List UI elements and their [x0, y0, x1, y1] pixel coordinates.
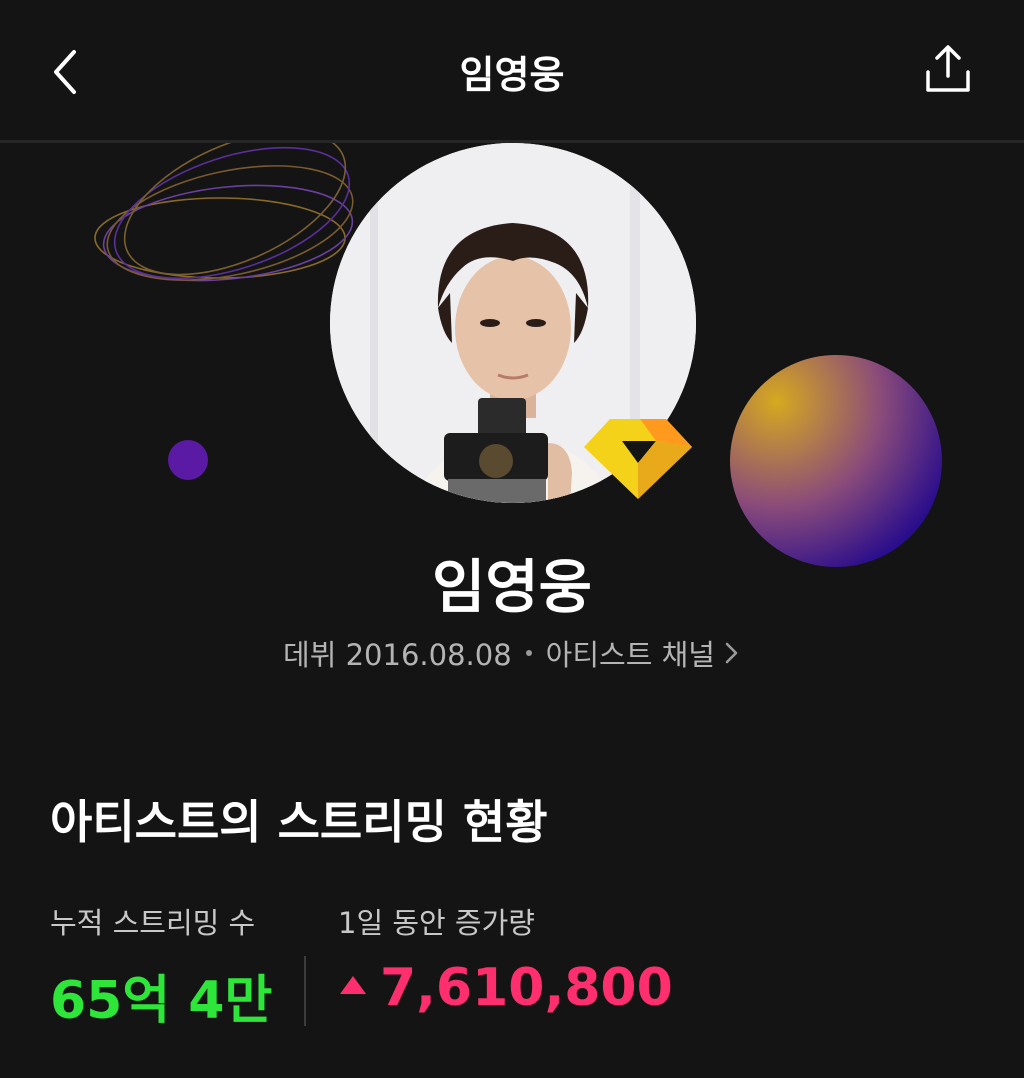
daily-increase-value: 7,610,800 [380, 958, 673, 1018]
daily-increase-label: 1일 동안 증가량 [338, 906, 535, 940]
artist-channel-label: 아티스트 채널 [545, 638, 715, 672]
share-icon [926, 45, 970, 92]
artist-name: 임영웅 [431, 553, 593, 621]
purple-dot-decoration [168, 440, 208, 480]
gradient-sphere-decoration [730, 355, 942, 567]
page-title: 임영웅 [459, 53, 565, 97]
streaming-section-title: 아티스트의 스트리밍 현황 [50, 795, 548, 849]
stat-divider [304, 956, 306, 1026]
total-streams-label: 누적 스트리밍 수 [50, 906, 256, 940]
share-button[interactable] [918, 40, 978, 100]
up-triangle-icon [340, 976, 366, 994]
daily-increase-stat: 7,610,800 [340, 958, 673, 1018]
artist-meta: 데뷔 2016.08.08 아티스트 채널 [0, 632, 1024, 674]
separator-dot [525, 650, 532, 656]
orbit-decoration [94, 143, 354, 282]
total-streams-value: 65억 4만 [50, 971, 273, 1031]
artist-hero [0, 143, 1024, 583]
artist-channel-link[interactable]: 아티스트 채널 [546, 634, 741, 672]
chevron-right-icon [725, 642, 738, 664]
top-app-bar: 임영웅 [0, 0, 1024, 140]
debut-date: 데뷔 2016.08.08 [283, 638, 512, 672]
diamond-badge-icon [584, 419, 692, 499]
